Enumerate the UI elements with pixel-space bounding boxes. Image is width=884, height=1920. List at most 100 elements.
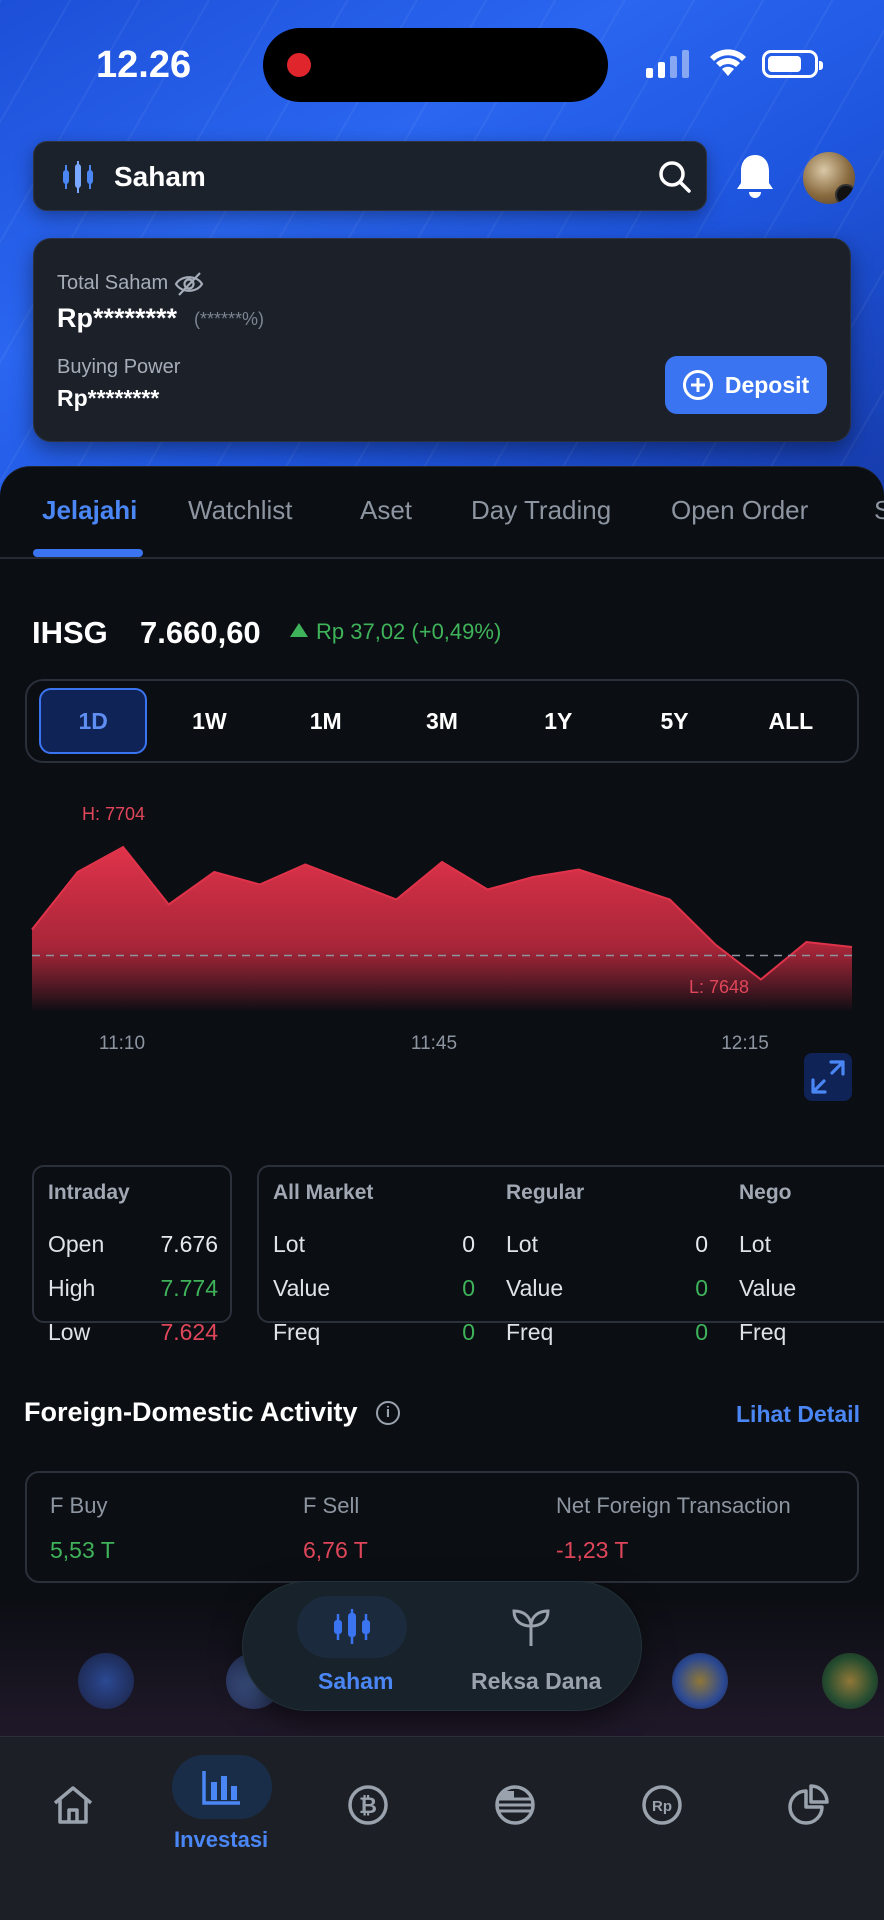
value-label: Value (506, 1275, 564, 1301)
add-circle-icon (682, 370, 713, 400)
high-label: High (48, 1275, 96, 1301)
dynamic-island (263, 28, 608, 102)
investasi-nav-label[interactable]: Investasi (174, 1827, 268, 1853)
wifi-icon (710, 49, 746, 76)
chart-low-label: L: 7648 (689, 977, 749, 997)
freq-label: Freq (273, 1319, 321, 1345)
total-saham-label: Total Saham (57, 272, 169, 294)
buying-power-label: Buying Power (57, 356, 181, 378)
tab-jelajahi[interactable]: Jelajahi (42, 495, 137, 526)
bottom-navigation: Investasi ₿ Rp (0, 1736, 884, 1920)
lot-label: Lot (739, 1231, 771, 1257)
saham-switch-button[interactable] (297, 1596, 407, 1658)
total-saham-value: Rp******** (57, 303, 178, 333)
saham-switch-label[interactable]: Saham (318, 1668, 393, 1695)
sprout-icon[interactable] (509, 1606, 553, 1650)
stock-candles-logo-icon (63, 161, 93, 193)
deposit-label: Deposit (724, 371, 810, 398)
foreign-domestic-title: Foreign-Domestic Activity (24, 1397, 358, 1427)
buying-power-value: Rp******** (57, 385, 160, 411)
intraday-title: Intraday (48, 1181, 130, 1204)
search-icon[interactable] (658, 160, 692, 194)
open-value: 7.676 (160, 1231, 218, 1257)
status-bar: 12.26 (0, 0, 884, 130)
chart-high-label: H: 7704 (82, 804, 145, 824)
freq-value: 0 (695, 1319, 708, 1345)
regular-title: Regular (506, 1181, 585, 1204)
index-name: IHSG (32, 615, 108, 650)
f-buy-value: 5,53 T (50, 1537, 115, 1563)
tab-day-trading[interactable]: Day Trading (471, 495, 611, 526)
crypto-bitcoin-icon[interactable]: ₿ (346, 1783, 390, 1827)
net-foreign-value: -1,23 T (556, 1537, 629, 1563)
period-5y[interactable]: 5Y (621, 688, 729, 754)
up-arrow-icon (290, 623, 308, 637)
period-1d[interactable]: 1D (39, 688, 148, 754)
reksa-dana-switch-label[interactable]: Reksa Dana (471, 1668, 601, 1695)
pie-chart-icon[interactable] (786, 1783, 830, 1827)
f-sell-label: F Sell (303, 1493, 360, 1518)
investment-chart-icon (202, 1771, 240, 1805)
value-value: 0 (695, 1275, 708, 1301)
nego-title: Nego (739, 1181, 792, 1204)
x-tick-label: 11:45 (411, 1033, 457, 1054)
shortcut-search-icon[interactable] (822, 1653, 878, 1709)
period-1m[interactable]: 1M (272, 688, 380, 754)
market-activity-box[interactable]: All Market Lot 0 Value 0 Freq 0 Regular … (257, 1165, 884, 1345)
shortcut-chart-icon[interactable] (78, 1653, 134, 1709)
index-price-chart[interactable]: H: 7704 L: 7648 11:10 11:45 12:15 (0, 797, 884, 1087)
low-value: 7.624 (160, 1319, 218, 1345)
notification-bell-icon[interactable] (734, 152, 776, 200)
fullscreen-expand-icon[interactable] (804, 1053, 852, 1101)
tab-more[interactable]: S (874, 495, 884, 526)
value-value: 0 (462, 1275, 475, 1301)
lot-label: Lot (506, 1231, 538, 1257)
home-icon[interactable] (51, 1783, 95, 1827)
app-screen: 12.26 Saham Total Saham Rp******** (****… (0, 0, 884, 1920)
product-switcher: Saham Reksa Dana (242, 1581, 642, 1711)
tab-aset[interactable]: Aset (360, 495, 412, 526)
f-buy-label: F Buy (50, 1493, 108, 1518)
open-label: Open (48, 1231, 105, 1257)
low-label: Low (48, 1319, 91, 1345)
cellular-signal-icon (646, 50, 689, 78)
lot-label: Lot (273, 1231, 305, 1257)
battery-icon (762, 50, 823, 78)
period-all[interactable]: ALL (737, 688, 845, 754)
rupiah-icon[interactable]: Rp (640, 1783, 684, 1827)
status-time: 12.26 (96, 44, 192, 86)
lot-value: 0 (462, 1231, 475, 1257)
portfolio-card: Total Saham Rp******** (******%) Buying … (33, 238, 851, 442)
foreign-activity-box: F Buy 5,53 T F Sell 6,76 T Net Foreign T… (25, 1471, 859, 1583)
tab-open-order[interactable]: Open Order (671, 495, 808, 526)
product-search-bar[interactable]: Saham (33, 141, 707, 211)
info-icon[interactable]: i (376, 1401, 400, 1425)
tab-watchlist[interactable]: Watchlist (188, 495, 293, 526)
candlestick-icon (334, 1609, 370, 1644)
x-tick-label: 12:15 (721, 1033, 769, 1054)
f-sell-value: 6,76 T (303, 1537, 368, 1563)
lihat-detail-link[interactable]: Lihat Detail (736, 1401, 860, 1428)
period-1w[interactable]: 1W (155, 688, 263, 754)
index-value: 7.660,60 (140, 615, 261, 650)
investasi-nav-item[interactable] (172, 1755, 272, 1819)
shortcut-podium-icon[interactable] (672, 1653, 728, 1709)
deposit-button[interactable]: Deposit (665, 356, 827, 414)
search-label: Saham (114, 161, 206, 192)
active-tab-indicator (33, 549, 143, 557)
recording-indicator-icon (287, 53, 311, 77)
freq-label: Freq (739, 1319, 787, 1345)
tab-bar: Jelajahi Watchlist Aset Day Trading Open… (0, 467, 884, 559)
period-3m[interactable]: 3M (388, 688, 496, 754)
value-label: Value (273, 1275, 331, 1301)
total-saham-percentage: (******%) (194, 309, 265, 329)
profile-avatar[interactable] (803, 152, 855, 204)
us-flag-globe-icon[interactable] (493, 1783, 537, 1827)
period-1y[interactable]: 1Y (504, 688, 612, 754)
freq-value: 0 (462, 1319, 475, 1345)
net-foreign-label: Net Foreign Transaction (556, 1493, 791, 1518)
hide-balance-eye-icon[interactable] (174, 271, 204, 297)
svg-text:₿: ₿ (359, 1794, 377, 1819)
index-change: Rp 37,02 (+0,49%) (290, 619, 501, 645)
lot-value: 0 (695, 1231, 708, 1257)
